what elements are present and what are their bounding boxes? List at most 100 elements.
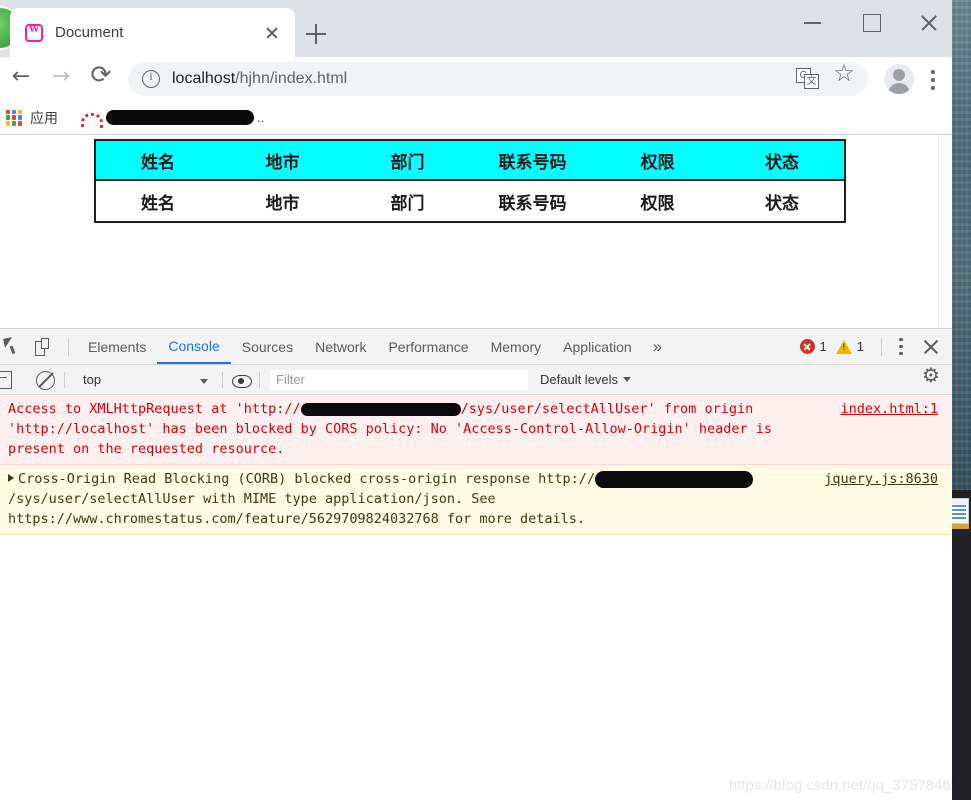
url-path: /hjhn/index.html [235,70,348,87]
table-header-cell: 状态 [765,152,799,173]
devtools-menu-button[interactable] [890,334,912,360]
devtools-close-button[interactable] [918,334,944,360]
bookmark-star-icon[interactable] [828,59,860,95]
apps-grid-icon[interactable] [6,109,22,126]
table-cell: 地市 [220,179,345,222]
console-error-message[interactable]: index.html:1 Access to XMLHttpRequest at… [0,395,952,465]
table-header-cell: 部门 [390,152,425,173]
tab-sources[interactable]: Sources [231,329,304,364]
table-cell: 部门 [345,179,470,222]
browser-toolbar: localhost/hjhn/index.html G文 [0,57,952,101]
warning-text-part2: /sys/user/selectAllUser with MIME type a… [8,491,586,527]
tab-application[interactable]: Application [552,329,643,364]
devtools-settings-gear-icon[interactable] [920,363,942,391]
forward-button[interactable] [42,60,80,98]
console-message-text: Cross-Origin Read Blocking (CORB) blocke… [8,469,952,529]
table-header-cell: 权限 [640,152,675,173]
redacted-host [595,470,754,488]
tab-performance[interactable]: Performance [377,329,479,364]
bookmark-label-ellipsis: .. [257,110,265,125]
devtools-tabbar-right: 1 1 [799,334,952,360]
console-message-text: Access to XMLHttpRequest at 'http:///sys… [8,399,952,459]
address-bar-text: localhost/hjhn/index.html [172,70,796,88]
tab-favicon-icon [25,23,43,42]
inspect-element-icon[interactable] [0,332,30,362]
error-count: 1 [819,339,827,354]
tab-strip: Document [0,0,952,57]
window-controls [762,0,952,46]
window-close-button[interactable] [906,0,952,46]
console-message-list: index.html:1 Access to XMLHttpRequest at… [0,395,952,535]
bookmarks-bar: 应用 .. [0,101,952,135]
bookmark-item[interactable]: .. [80,110,265,128]
tab-console[interactable]: Console [157,329,231,364]
table-cell: 权限 [595,179,720,222]
console-message-source-link[interactable]: index.html:1 [840,399,938,419]
error-count-badge[interactable]: 1 [799,339,827,354]
log-levels-label: Default levels [540,372,619,387]
clear-console-icon[interactable] [32,367,58,393]
warning-text-part1: Cross-Origin Read Blocking (CORB) blocke… [18,471,596,487]
tab-elements[interactable]: Elements [77,329,157,364]
tab-close-icon[interactable] [259,20,285,46]
console-warning-message[interactable]: jquery.js:8630 Cross-Origin Read Blockin… [0,465,952,535]
table-row: 姓名 地市 部门 联系号码 权限 状态 [95,179,845,222]
filter-input[interactable] [270,369,528,390]
tab-network[interactable]: Network [304,329,377,364]
warning-count: 1 [856,339,864,354]
console-message-source-link[interactable]: jquery.js:8630 [824,469,938,489]
more-tabs-chevron-icon[interactable]: » [643,337,672,357]
divider [881,337,882,356]
table-cell: 联系号码 [470,179,595,222]
table-header-cell: 联系号码 [498,152,567,173]
divider [64,371,65,388]
chrome-menu-button[interactable] [920,64,946,94]
table-body: 姓名 地市 部门 联系号码 权限 状态 [95,179,845,222]
device-toolbar-icon[interactable] [30,332,60,362]
avatar[interactable] [884,64,914,94]
bookmark-apps-label[interactable]: 应用 [30,108,58,128]
new-tab-button[interactable] [302,20,330,48]
chevron-down-icon [623,377,632,382]
url-host: localhost [172,70,236,87]
error-icon [799,339,815,354]
expand-triangle-icon[interactable] [8,474,14,482]
back-button[interactable] [2,60,40,98]
table-header-row: 姓名 地市 部门 联系号码 权限 状态 [95,140,845,180]
chevron-down-icon [200,379,208,384]
execution-context-select[interactable]: top [71,372,216,387]
redacted-host [300,402,461,416]
error-text-part1: Access to XMLHttpRequest at 'http:// [8,401,301,417]
bookmark-label-redacted [106,110,254,125]
divider [68,337,69,356]
tab-memory[interactable]: Memory [480,329,553,364]
divider [259,371,260,388]
watermark: https://blog.csdn.net/qq_37578465 [728,777,959,794]
table-header-cell: 姓名 [141,152,175,173]
window-minimize-button[interactable] [790,0,836,46]
window-maximize-button[interactable] [848,0,894,46]
address-bar[interactable]: localhost/hjhn/index.html G文 [128,59,868,96]
log-levels-dropdown[interactable]: Default levels [540,372,632,387]
page-scrollbar[interactable] [938,135,952,328]
devtools-panel: Elements Console Sources Network Perform… [0,328,952,800]
console-sidebar-toggle-icon[interactable] [0,369,16,391]
warning-count-badge[interactable]: 1 [835,339,864,354]
translate-icon[interactable]: G文 [796,68,820,90]
tab-title: Document [55,24,124,41]
bookmark-favicon-icon [80,111,103,128]
table-header-cell: 地市 [265,152,300,173]
site-info-icon[interactable] [142,69,160,88]
reload-button[interactable] [82,60,120,98]
table-cell: 姓名 [95,179,220,222]
execution-context-value: top [83,372,102,387]
chrome-browser-window: Document localhost/hjhn/index.html G文 [0,0,952,800]
table-head: 姓名 地市 部门 联系号码 权限 状态 [95,140,845,180]
browser-tab[interactable]: Document [10,8,295,57]
table-cell: 状态 [720,179,845,222]
user-table: 姓名 地市 部门 联系号码 权限 状态 姓名 地市 部门 联系号码 权限 状态 [94,139,846,223]
console-filter-bar: top Default levels [0,363,952,395]
warning-icon [835,339,852,354]
devtools-tab-bar: Elements Console Sources Network Perform… [0,329,952,365]
live-expression-eye-icon[interactable] [229,368,253,392]
